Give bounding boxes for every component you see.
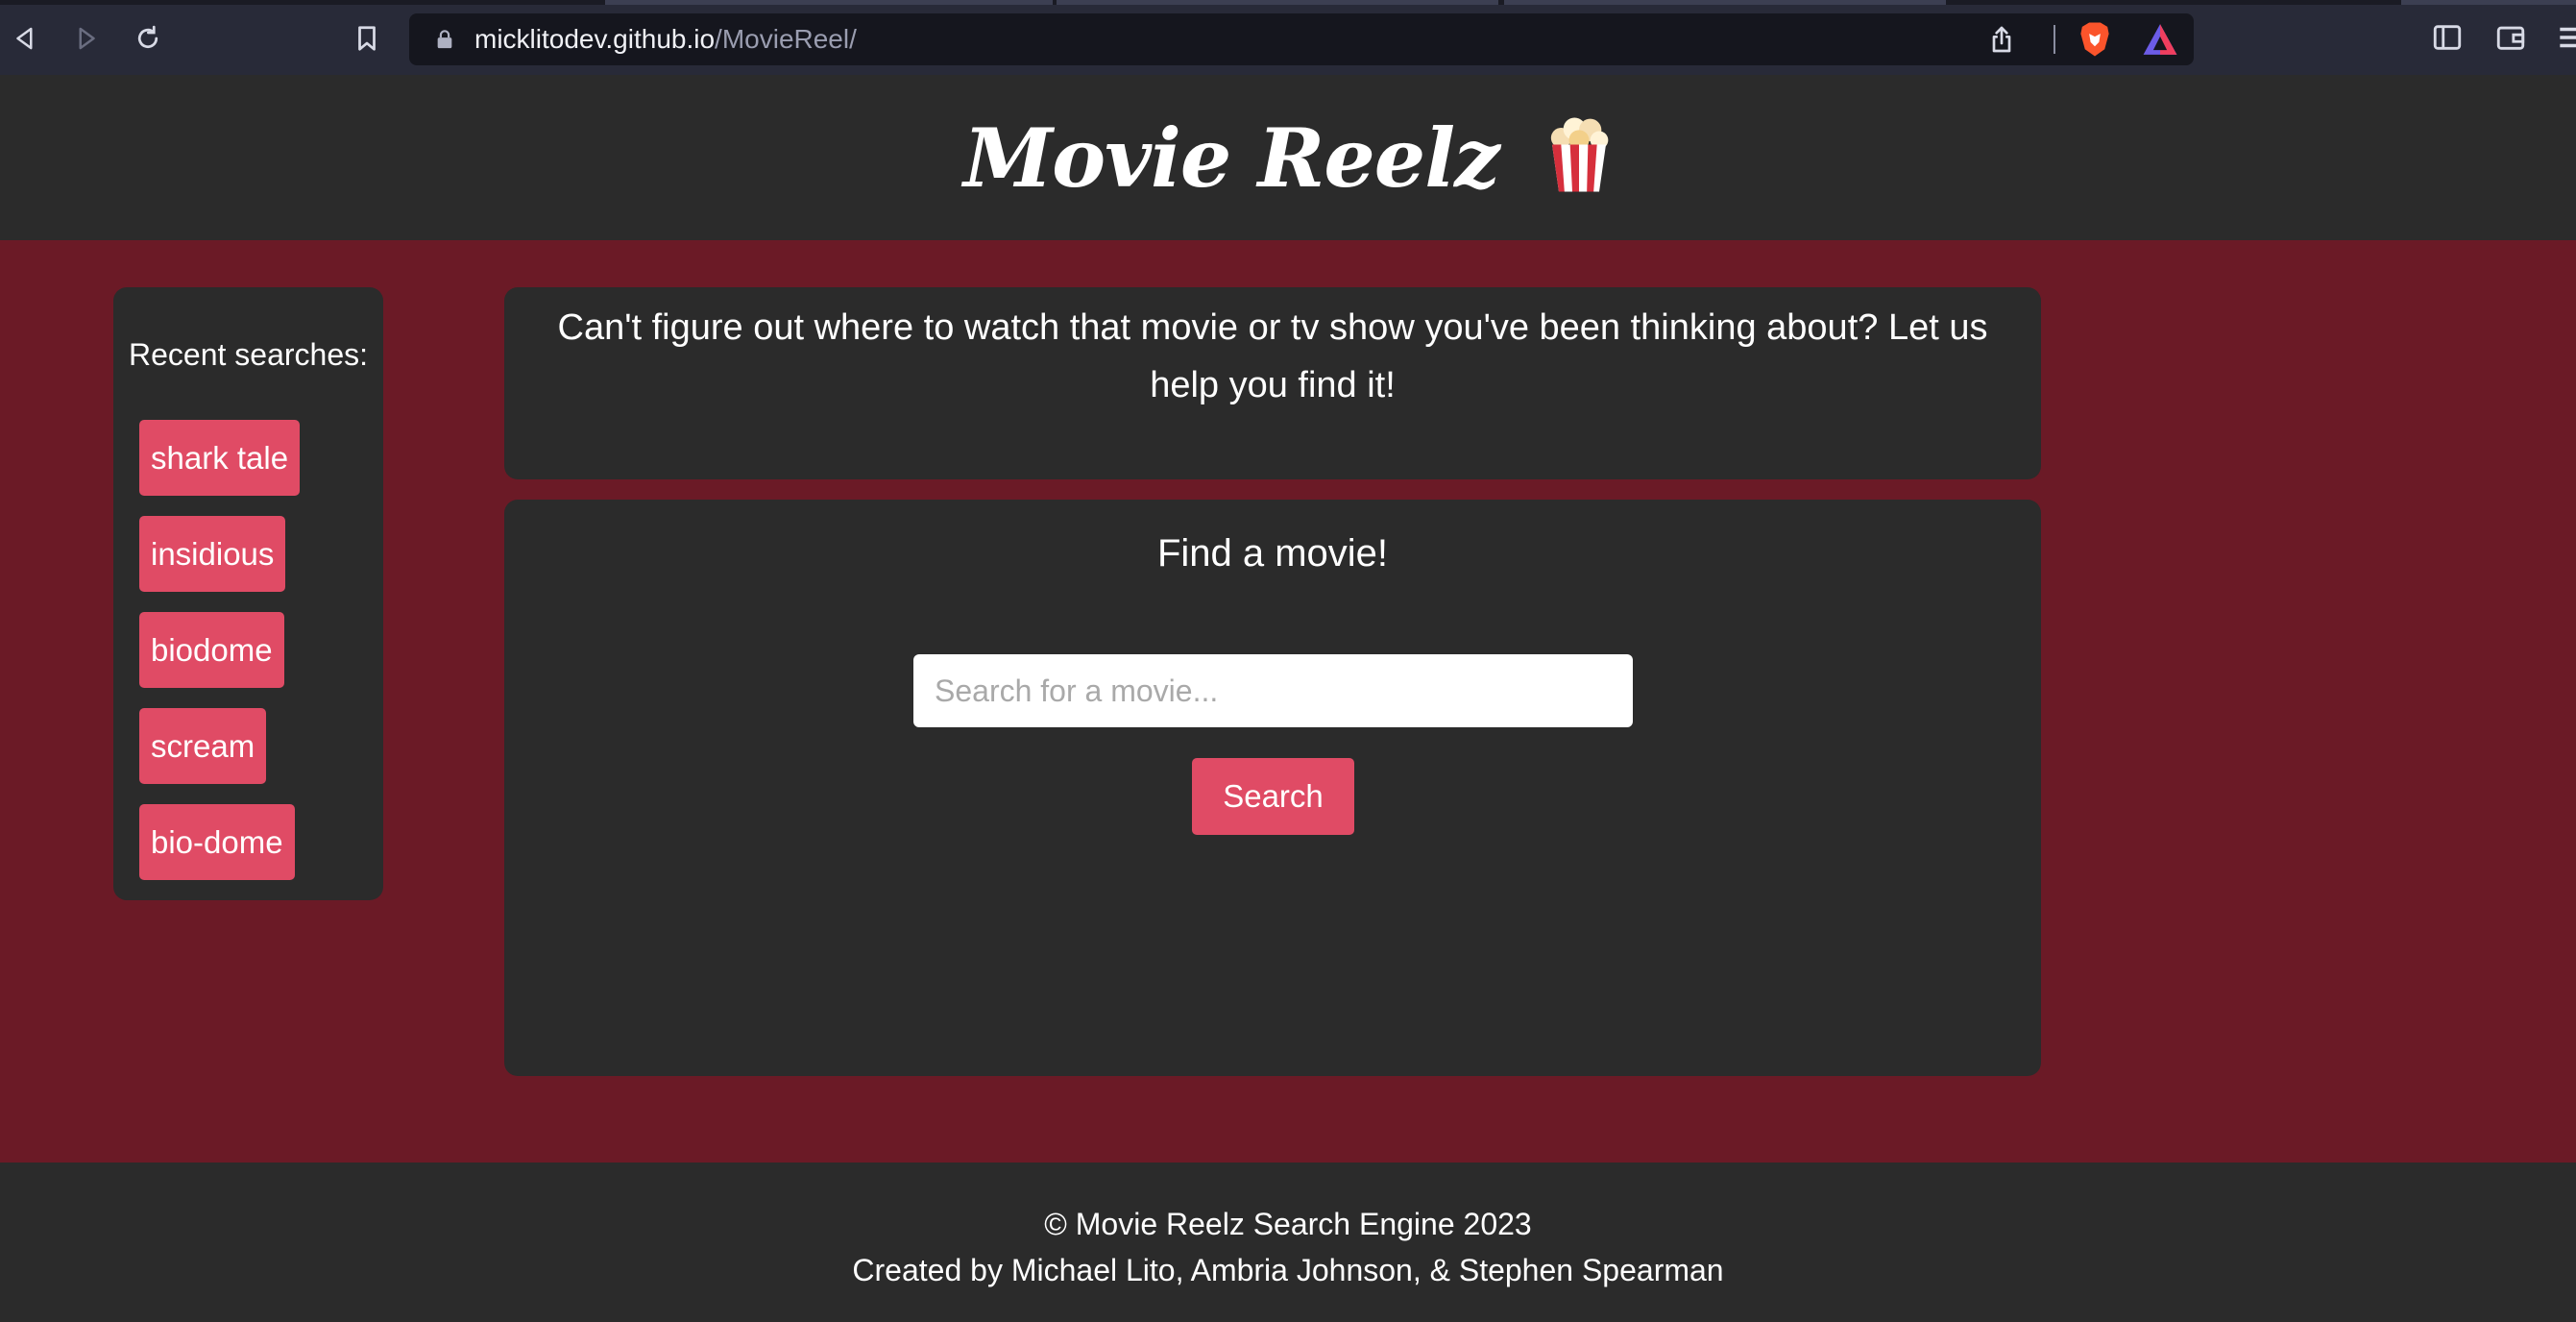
tab[interactable] [2401,0,2576,5]
site-title: Movie Reelz [0,75,2576,240]
footer-copyright: © Movie Reelz Search Engine 2023 [1044,1207,1532,1241]
recent-search-scream[interactable]: scream [139,708,267,784]
recent-searches-panel: Recent searches: shark tale insidious bi… [113,287,383,900]
menu-icon[interactable] [2555,21,2576,54]
back-icon [16,27,33,50]
url-path: /MovieReel/ [715,24,857,54]
recent-searches-heading: Recent searches: [128,337,368,372]
sidebar-icon[interactable] [2430,21,2465,54]
search-heading: Find a movie! [1156,532,1389,575]
back-button[interactable] [6,19,44,58]
recent-search-shark-tale[interactable]: shark tale [139,420,301,496]
tab[interactable] [1057,0,1498,5]
search-card: Find a movie! Search [504,500,2041,1076]
recent-search-biodome[interactable]: biodome [139,612,284,688]
url-divider [2054,25,2055,54]
wallet-icon[interactable] [2493,21,2528,54]
footer-credits: Created by Michael Lito, Ambria Johnson,… [852,1253,1724,1287]
rewards-triangle-icon[interactable] [2142,22,2178,57]
recent-search-insidious[interactable]: insidious [139,516,286,592]
intro-card: Can't figure out where to watch that mov… [504,287,2041,479]
movie-search-input[interactable] [913,654,1633,727]
recent-search-bio-dome[interactable]: bio-dome [139,804,295,880]
browser-toolbar: micklitodev.github.io/MovieReel/ [0,0,2576,75]
url-host: micklitodev.github.io [474,24,716,54]
site-header: Movie Reelz [0,75,2576,240]
bookmark-icon [358,26,376,51]
url-text: micklitodev.github.io/MovieReel/ [474,13,857,65]
popcorn-icon [1550,117,1609,192]
forward-button[interactable] [67,19,106,58]
site-title-text: Movie Reelz [963,110,1500,206]
search-button[interactable]: Search [1192,758,1354,835]
reload-button[interactable] [129,19,167,58]
site-footer: © Movie Reelz Search Engine 2023 Created… [0,1163,2576,1322]
forward-icon [79,27,95,50]
tab[interactable] [605,0,1053,5]
tab[interactable] [1504,0,1946,5]
brave-lion-icon[interactable] [2078,21,2112,58]
reload-icon [137,25,158,49]
share-icon[interactable] [1986,24,2017,55]
lock-icon [437,30,452,49]
intro-text: Can't figure out where to watch that mov… [557,307,1988,405]
bookmark-button[interactable] [348,19,386,58]
address-bar[interactable]: micklitodev.github.io/MovieReel/ [409,13,2194,65]
tab-strip [0,0,2576,5]
